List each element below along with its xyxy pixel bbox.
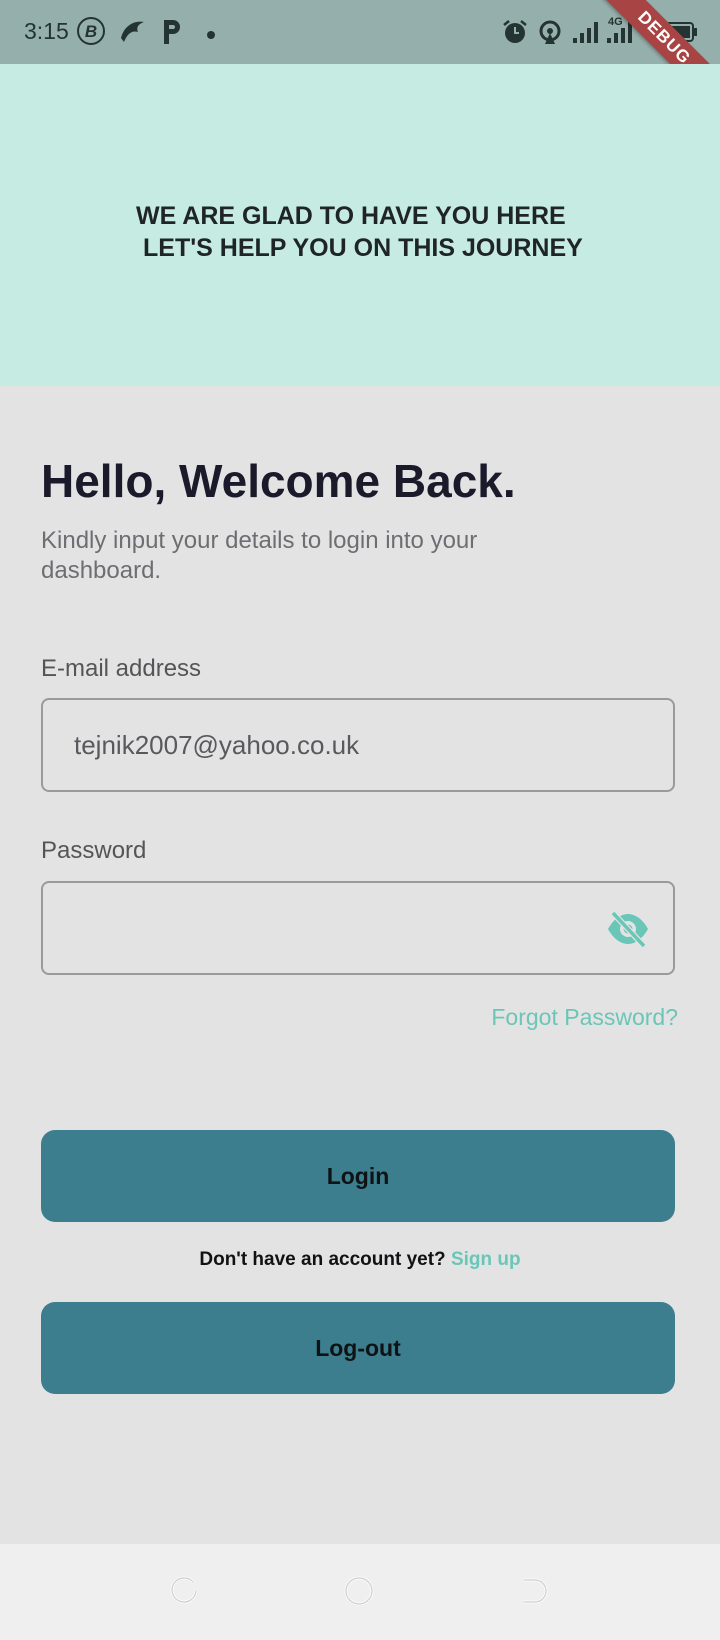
- signup-link[interactable]: Sign up: [451, 1249, 521, 1270]
- bitcoin-icon: B: [76, 16, 106, 51]
- svg-text:B: B: [85, 22, 97, 41]
- navigation-bar: [0, 1544, 720, 1640]
- hero-banner: WE ARE GLAD TO HAVE YOU HERE LET'S HELP …: [0, 64, 720, 386]
- hero-line-2: LET'S HELP YOU ON THIS JOURNEY: [143, 234, 583, 262]
- back-icon[interactable]: [518, 1574, 552, 1613]
- forgot-password-link[interactable]: Forgot Password?: [491, 1004, 678, 1031]
- hotspot-icon: [536, 18, 564, 51]
- email-label: E-mail address: [41, 655, 202, 682]
- signup-prompt: Don't have an account yet? Sign up: [0, 1249, 720, 1271]
- password-field[interactable]: [41, 881, 675, 975]
- logout-button[interactable]: Log-out: [41, 1302, 675, 1394]
- status-bar: 3:15 B 4G DEBUG: [0, 0, 720, 119]
- bird-icon: [118, 16, 146, 51]
- login-button[interactable]: Login: [41, 1130, 675, 1222]
- alarm-icon: [501, 18, 529, 51]
- hero-line-1: WE ARE GLAD TO HAVE YOU HERE: [136, 202, 566, 230]
- password-label: Password: [41, 837, 147, 864]
- no-account-text: Don't have an account yet?: [199, 1249, 446, 1270]
- signal-icon: [572, 20, 602, 49]
- status-time: 3:15: [24, 18, 69, 44]
- p-icon: [160, 16, 184, 51]
- page-title: Hello, Welcome Back.: [41, 455, 516, 507]
- page-subtitle: Kindly input your details to login into …: [41, 527, 478, 584]
- visibility-off-icon[interactable]: [605, 909, 651, 954]
- email-value: tejnik2007@yahoo.co.uk: [74, 730, 360, 760]
- home-icon[interactable]: [342, 1574, 376, 1613]
- recents-icon[interactable]: [167, 1574, 201, 1613]
- network-type-label: 4G: [608, 16, 623, 28]
- email-field[interactable]: tejnik2007@yahoo.co.uk: [41, 698, 675, 792]
- dot-icon: [206, 27, 216, 45]
